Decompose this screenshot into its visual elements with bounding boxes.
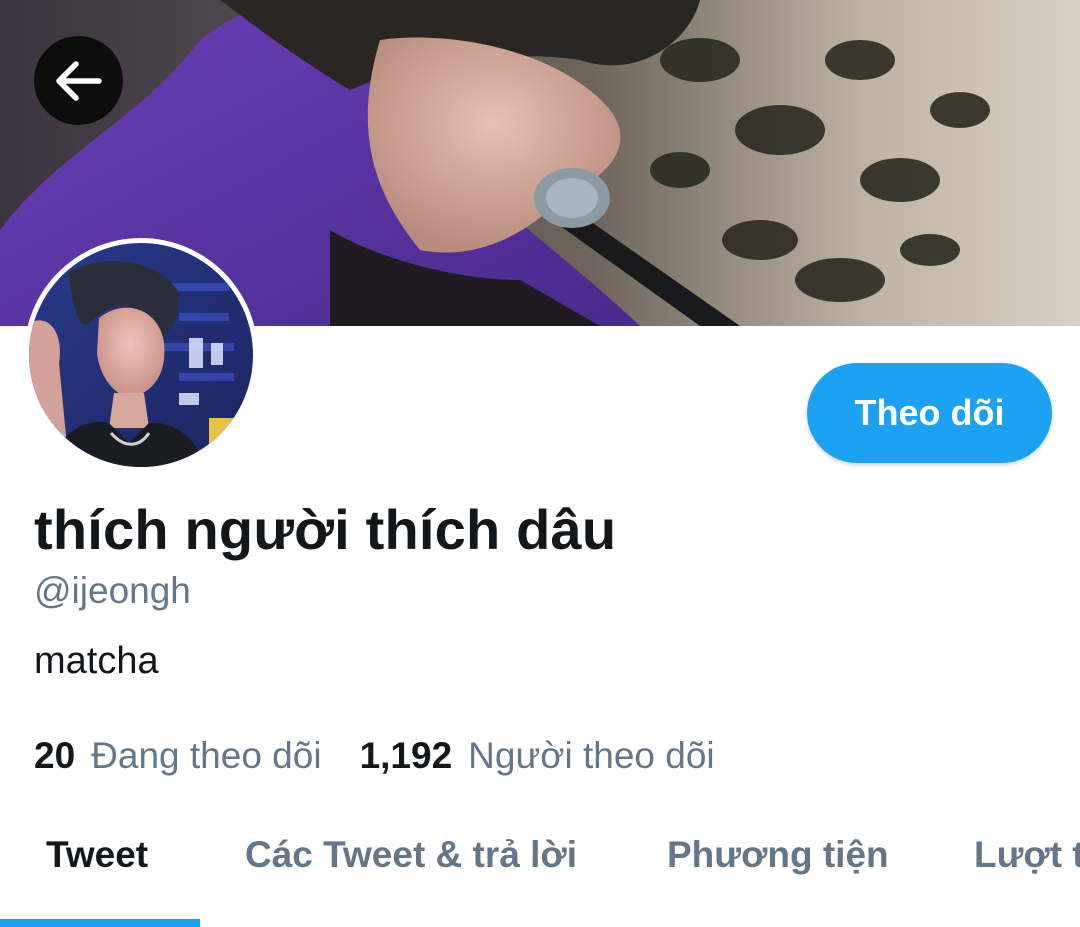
followers-link[interactable]: 1,192 Người theo dõi xyxy=(360,735,715,777)
display-name: thích người thích dâu xyxy=(34,498,617,561)
follow-stats: 20 Đang theo dõi 1,192 Người theo dõi xyxy=(34,735,715,777)
back-button[interactable] xyxy=(34,36,123,125)
following-label: Đang theo dõi xyxy=(91,735,322,776)
profile-bio: matcha xyxy=(34,640,159,682)
profile-tabs: Tweet Các Tweet & trả lời Phương tiện Lư… xyxy=(0,800,1080,927)
tab-tweets-and-replies[interactable]: Các Tweet & trả lời xyxy=(245,834,577,876)
profile-page: Theo dõi thích người thích dâu @ijeongh … xyxy=(0,0,1080,927)
tab-likes[interactable]: Lượt thích xyxy=(974,834,1080,876)
following-link[interactable]: 20 Đang theo dõi xyxy=(34,735,322,777)
followers-count: 1,192 xyxy=(359,735,453,776)
tab-media[interactable]: Phương tiện xyxy=(667,834,889,876)
follow-button-label: Theo dõi xyxy=(854,392,1005,433)
avatar[interactable] xyxy=(24,238,258,472)
followers-label: Người theo dõi xyxy=(468,735,715,776)
user-handle: @ijeongh xyxy=(34,570,191,611)
arrow-left-icon xyxy=(55,60,102,101)
active-tab-indicator xyxy=(0,919,200,927)
tab-tweets[interactable]: Tweet xyxy=(46,834,148,876)
avatar-image xyxy=(29,243,253,467)
follow-button[interactable]: Theo dõi xyxy=(807,363,1052,463)
following-count: 20 xyxy=(34,735,76,776)
